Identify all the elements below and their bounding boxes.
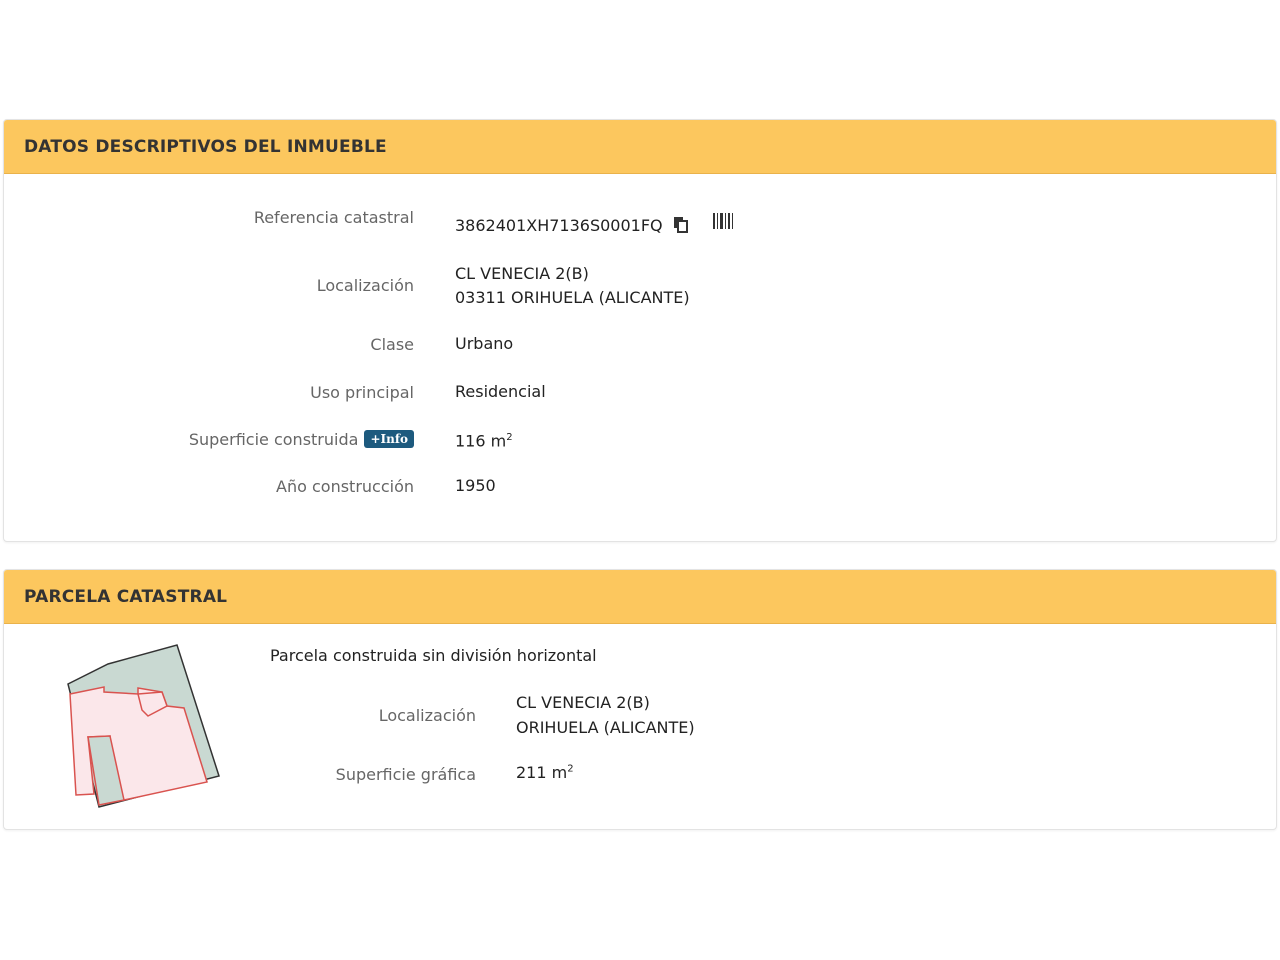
barcode-icon[interactable] <box>712 212 733 236</box>
superficie-unit-sup: 2 <box>506 432 513 443</box>
parcela-panel-header: PARCELA CATASTRAL <box>4 570 1276 624</box>
uso-value: Residencial <box>455 382 546 401</box>
parcela-superficie-value: 211 m <box>516 763 568 782</box>
inmueble-panel-header: DATOS DESCRIPTIVOS DEL INMUEBLE <box>4 120 1276 174</box>
referencia-value: 3862401XH7136S0001FQ <box>455 216 663 235</box>
referencia-value-group: 3862401XH7136S0001FQ <box>455 212 733 241</box>
parcela-panel: PARCELA CATASTRAL Parcela construida sin… <box>3 569 1277 830</box>
parcela-localizacion-label: Localización <box>378 706 476 725</box>
parcela-superficie-label: Superficie gráfica <box>335 765 476 784</box>
parcela-localizacion-value: CL VENECIA 2(B) ORIHUELA (ALICANTE) <box>516 690 695 740</box>
superficie-value-group: 116 m2 <box>455 426 513 453</box>
parcel-map-image[interactable] <box>64 642 229 812</box>
referencia-label: Referencia catastral <box>253 208 414 227</box>
superficie-label: Superficie construida <box>188 430 359 449</box>
parcela-panel-title: PARCELA CATASTRAL <box>24 586 228 607</box>
anio-label: Año construcción <box>276 477 414 496</box>
parcela-localizacion-line2: ORIHUELA (ALICANTE) <box>516 718 695 737</box>
copy-icon[interactable] <box>672 216 690 241</box>
inmueble-panel: DATOS DESCRIPTIVOS DEL INMUEBLE Referenc… <box>3 119 1277 542</box>
parcela-localizacion-line1: CL VENECIA 2(B) <box>516 693 650 712</box>
info-button[interactable]: +Info <box>364 430 414 448</box>
superficie-label-group: Superficie construida +Info <box>189 430 414 449</box>
localizacion-line1: CL VENECIA 2(B) <box>455 264 589 283</box>
inmueble-panel-title: DATOS DESCRIPTIVOS DEL INMUEBLE <box>24 136 387 157</box>
localizacion-value: CL VENECIA 2(B) 03311 ORIHUELA (ALICANTE… <box>455 262 690 310</box>
localizacion-line2: 03311 ORIHUELA (ALICANTE) <box>455 288 690 307</box>
localizacion-label: Localización <box>316 276 414 295</box>
superficie-value: 116 m <box>455 431 507 451</box>
parcela-superficie-value-group: 211 m2 <box>516 763 574 782</box>
anio-value: 1950 <box>455 476 496 495</box>
clase-value: Urbano <box>455 334 514 353</box>
uso-label: Uso principal <box>310 383 414 402</box>
clase-label: Clase <box>370 335 414 354</box>
parcela-superficie-unit-sup: 2 <box>567 763 574 775</box>
parcela-description: Parcela construida sin división horizont… <box>270 646 597 665</box>
